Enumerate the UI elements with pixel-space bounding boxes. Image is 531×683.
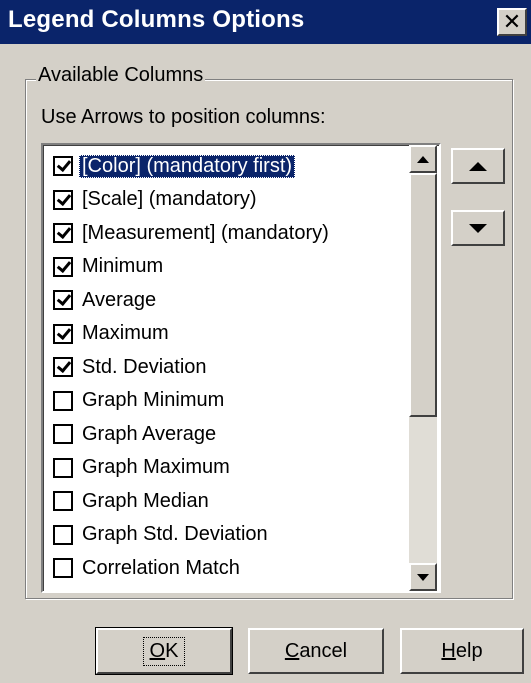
column-list-item[interactable]: Graph Median — [53, 486, 212, 516]
close-button[interactable]: ✕ — [497, 8, 527, 36]
column-list-item[interactable]: [Measurement] (mandatory) — [53, 218, 332, 248]
scroll-down-button[interactable] — [409, 563, 437, 591]
column-list-item[interactable]: Graph Maximum — [53, 453, 233, 483]
ok-mnemonic: O — [149, 639, 166, 662]
vertical-scrollbar[interactable] — [409, 145, 437, 591]
column-label: Graph Minimum — [82, 389, 225, 411]
checked-checkbox[interactable] — [53, 256, 73, 277]
unchecked-checkbox[interactable] — [53, 558, 73, 578]
unchecked-checkbox[interactable] — [53, 524, 73, 545]
unchecked-checkbox[interactable] — [53, 424, 73, 444]
help-rest: elp — [455, 639, 483, 662]
ok-button-label: OK — [142, 636, 186, 666]
dialog-title: Legend Columns Options — [8, 6, 305, 33]
checked-checkbox[interactable] — [53, 156, 73, 176]
help-button-label: Help — [435, 638, 488, 665]
column-label: Minimum — [82, 255, 164, 277]
title-bar[interactable]: Legend Columns Options ✕ — [0, 0, 531, 44]
column-list-item[interactable]: Graph Minimum — [53, 386, 227, 416]
column-label: Maximum — [82, 322, 169, 344]
move-down-icon — [469, 223, 487, 233]
column-label: Average — [82, 288, 157, 311]
scroll-thumb[interactable] — [409, 173, 437, 417]
help-mnemonic: H — [441, 639, 456, 662]
cancel-mnemonic: C — [284, 639, 300, 662]
columns-listbox[interactable]: [Color] (mandatory first) [Scale] (mandat… — [41, 143, 441, 593]
column-list-item[interactable]: Minimum — [53, 252, 166, 282]
unchecked-checkbox[interactable] — [53, 491, 73, 511]
legend-columns-dialog: Legend Columns Options ✕ Available Colum… — [0, 0, 531, 683]
column-list-item[interactable]: Std. Deviation — [53, 352, 210, 382]
unchecked-checkbox[interactable] — [53, 457, 73, 478]
ok-rest: K — [165, 639, 179, 662]
scroll-down-icon — [417, 573, 429, 581]
checked-checkbox[interactable] — [53, 290, 73, 310]
column-label: Graph Std. Deviation — [82, 523, 268, 545]
checked-checkbox[interactable] — [53, 357, 73, 377]
column-label: [Color] (mandatory first) — [79, 154, 296, 178]
column-list-item[interactable]: Graph Std. Deviation — [53, 520, 271, 550]
cancel-button[interactable]: Cancel — [248, 628, 384, 674]
unchecked-checkbox[interactable] — [53, 390, 73, 411]
column-label: Graph Maximum — [82, 456, 230, 478]
column-label: Graph Average — [82, 422, 217, 445]
move-up-button[interactable] — [451, 148, 505, 184]
cancel-button-label: Cancel — [279, 638, 353, 665]
column-label: Correlation Match — [82, 556, 240, 579]
column-label: [Scale] (mandatory) — [82, 188, 257, 210]
column-list-item[interactable]: Graph Average — [53, 419, 219, 449]
column-label: [Measurement] (mandatory) — [82, 221, 329, 244]
cancel-rest: ancel — [299, 639, 348, 662]
column-list-item[interactable]: Average — [53, 285, 159, 315]
group-label: Available Columns — [36, 64, 206, 87]
column-list-item[interactable]: Maximum — [53, 319, 172, 349]
close-icon: ✕ — [502, 9, 522, 34]
checked-checkbox[interactable] — [53, 189, 73, 210]
scroll-up-icon — [417, 155, 429, 163]
ok-button[interactable]: OK — [95, 627, 233, 675]
column-list-item[interactable]: Correlation Match — [53, 553, 243, 583]
column-list-item[interactable]: [Scale] (mandatory) — [53, 185, 260, 215]
scroll-up-button[interactable] — [409, 145, 437, 173]
move-down-button[interactable] — [451, 210, 505, 246]
checked-checkbox[interactable] — [53, 323, 73, 344]
column-label: Graph Median — [82, 489, 209, 512]
help-button[interactable]: Help — [400, 628, 524, 674]
column-label: Std. Deviation — [82, 355, 207, 378]
column-list-item[interactable]: [Color] (mandatory first) — [53, 151, 296, 181]
checked-checkbox[interactable] — [53, 223, 73, 243]
move-up-icon — [469, 161, 487, 171]
instruction-text: Use Arrows to position columns: — [41, 106, 326, 128]
